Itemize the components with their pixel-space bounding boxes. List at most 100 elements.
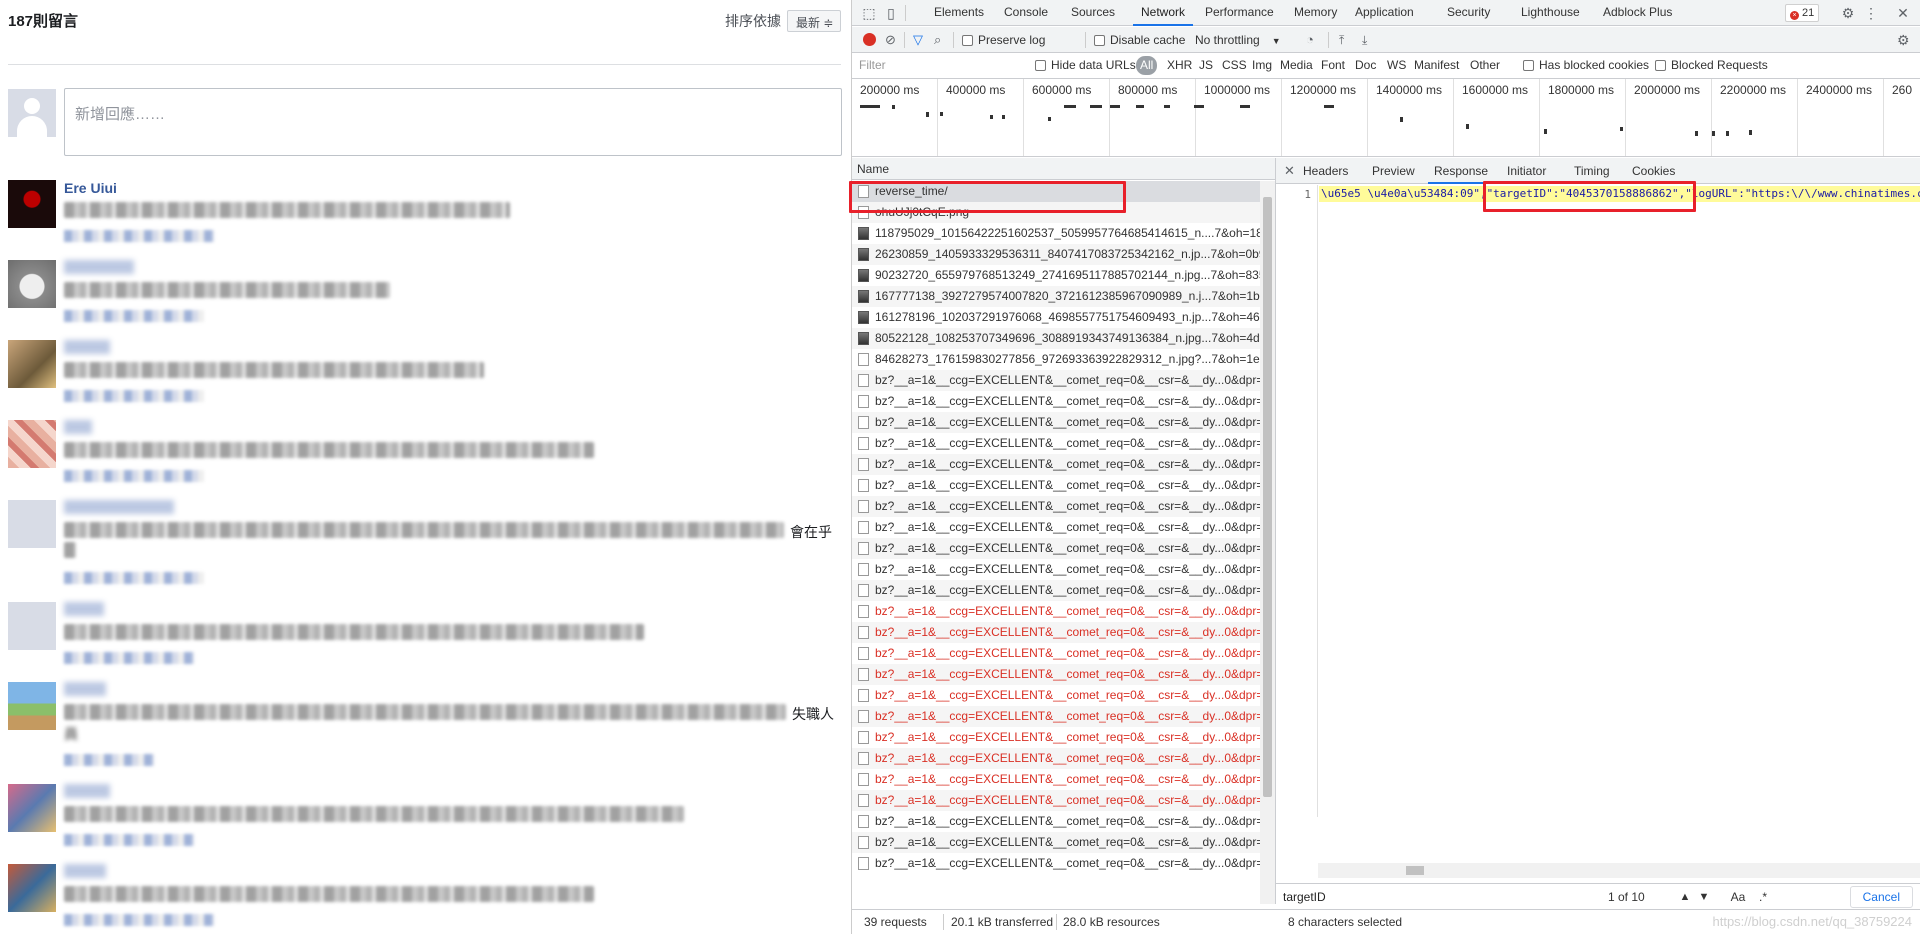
request-row[interactable]: bz?__a=1&__ccg=EXCELLENT&__comet_req=0&_… [852,811,1261,832]
filter-type-doc[interactable]: Doc [1352,56,1379,75]
blocked-requests-checkbox[interactable]: Blocked Requests [1652,56,1771,75]
comment-meta[interactable] [64,310,204,322]
filter-type-other[interactable]: Other [1467,56,1503,75]
request-row[interactable]: bz?__a=1&__ccg=EXCELLENT&__comet_req=0&_… [852,412,1261,433]
avatar[interactable] [8,682,56,730]
commenter-name[interactable] [64,784,110,798]
comment-meta[interactable] [64,834,194,846]
request-row[interactable]: bz?__a=1&__ccg=EXCELLENT&__comet_req=0&_… [852,370,1261,391]
request-row[interactable]: bz?__a=1&__ccg=EXCELLENT&__comet_req=0&_… [852,517,1261,538]
comment-meta[interactable] [64,914,214,926]
request-row[interactable]: ohuUJj0tCqE.png [852,202,1261,223]
filter-type-all[interactable]: All [1136,56,1158,75]
request-row[interactable]: bz?__a=1&__ccg=EXCELLENT&__comet_req=0&_… [852,853,1261,874]
comment-meta[interactable] [64,230,214,242]
request-row[interactable]: bz?__a=1&__ccg=EXCELLENT&__comet_req=0&_… [852,664,1261,685]
comment-meta[interactable] [64,572,204,584]
response-code-line[interactable]: \u65e5 \u4e0a\u53484:09","targetID":"404… [1319,186,1920,202]
avatar[interactable] [8,260,56,308]
commenter-name[interactable]: Ere Uiui [64,180,117,196]
gear-icon[interactable]: ⚙ [1839,4,1857,22]
request-row[interactable]: 161278196_102037291976068_46985577517546… [852,307,1261,328]
request-row[interactable]: 80522128_108253707349696_308891934374913… [852,328,1261,349]
tab-response[interactable]: Response [1428,158,1495,184]
request-row[interactable]: bz?__a=1&__ccg=EXCELLENT&__comet_req=0&_… [852,748,1261,769]
commenter-name[interactable] [64,682,106,696]
avatar[interactable] [8,500,56,548]
tab-elements[interactable]: Elements [932,0,986,26]
comment-meta[interactable] [64,652,194,664]
request-row[interactable]: bz?__a=1&__ccg=EXCELLENT&__comet_req=0&_… [852,391,1261,412]
request-row[interactable]: bz?__a=1&__ccg=EXCELLENT&__comet_req=0&_… [852,685,1261,706]
request-row[interactable]: 26230859_1405933329536311_84074170837253… [852,244,1261,265]
tab-initiator[interactable]: Initiator [1507,158,1546,184]
match-case-button[interactable]: Aa [1727,888,1749,906]
request-row[interactable]: bz?__a=1&__ccg=EXCELLENT&__comet_req=0&_… [852,580,1261,601]
commenter-name[interactable] [64,500,174,514]
network-settings-icon[interactable]: ⚙ [1897,27,1910,53]
filter-type-css[interactable]: CSS [1219,56,1250,75]
avatar[interactable] [8,602,56,650]
request-row[interactable]: bz?__a=1&__ccg=EXCELLENT&__comet_req=0&_… [852,475,1261,496]
tab-cookies[interactable]: Cookies [1632,158,1675,184]
cancel-button[interactable]: Cancel [1849,886,1913,908]
request-row[interactable]: bz?__a=1&__ccg=EXCELLENT&__comet_req=0&_… [852,601,1261,622]
scrollbar-thumb[interactable] [1263,197,1272,797]
request-row[interactable]: 167777138_3927279574007820_3721612385967… [852,286,1261,307]
has-blocked-cookies-checkbox[interactable]: Has blocked cookies [1520,56,1652,75]
avatar[interactable] [8,784,56,832]
preserve-log-checkbox[interactable]: Preserve log [962,27,1045,53]
request-row[interactable]: bz?__a=1&__ccg=EXCELLENT&__comet_req=0&_… [852,643,1261,664]
avatar[interactable] [8,340,56,388]
hide-data-urls-checkbox[interactable]: Hide data URLs [1032,56,1139,75]
filter-type-font[interactable]: Font [1318,56,1348,75]
request-row[interactable]: reverse_time/ [852,181,1261,202]
sort-select[interactable]: 最新 ≑ [787,10,841,32]
name-column-header[interactable]: Name [852,158,1275,180]
request-row[interactable]: bz?__a=1&__ccg=EXCELLENT&__comet_req=0&_… [852,433,1261,454]
request-row[interactable]: bz?__a=1&__ccg=EXCELLENT&__comet_req=0&_… [852,559,1261,580]
response-viewer[interactable]: 1 \u65e5 \u4e0a\u53484:09","targetID":"4… [1276,185,1920,817]
record-icon[interactable] [863,33,876,46]
response-hscrollbar[interactable] [1318,863,1920,878]
request-row[interactable]: bz?__a=1&__ccg=EXCELLENT&__comet_req=0&_… [852,496,1261,517]
request-row[interactable]: 84628273_176159830277856_972693363922829… [852,349,1261,370]
request-row[interactable]: 118795029_10156422251602537_505995776468… [852,223,1261,244]
tab-lighthouse[interactable]: Lighthouse [1519,0,1582,26]
tab-timing[interactable]: Timing [1574,158,1610,184]
filter-type-manifest[interactable]: Manifest [1411,56,1462,75]
close-detail-icon[interactable]: ✕ [1284,158,1295,184]
inspect-element-icon[interactable]: ⬚ [860,4,878,22]
request-row[interactable]: bz?__a=1&__ccg=EXCELLENT&__comet_req=0&_… [852,706,1261,727]
request-row[interactable]: bz?__a=1&__ccg=EXCELLENT&__comet_req=0&_… [852,622,1261,643]
wifi-icon[interactable]: ◔ [1306,27,1314,53]
comment-meta[interactable] [64,470,204,482]
filter-type-js[interactable]: JS [1196,56,1216,75]
disable-cache-checkbox[interactable]: Disable cache [1094,27,1185,53]
filter-input[interactable]: Filter [856,56,1024,75]
request-row[interactable]: bz?__a=1&__ccg=EXCELLENT&__comet_req=0&_… [852,538,1261,559]
tab-console[interactable]: Console [1002,0,1050,26]
tab-memory[interactable]: Memory [1292,0,1339,26]
request-row[interactable]: 90232720_655979768513249_274169511788570… [852,265,1261,286]
tab-network[interactable]: Network [1133,0,1194,26]
request-row[interactable]: bz?__a=1&__ccg=EXCELLENT&__comet_req=0&_… [852,790,1261,811]
commenter-name[interactable] [64,602,104,616]
tab-headers[interactable]: Headers [1303,158,1348,184]
regex-button[interactable]: .* [1754,888,1772,906]
filter-type-ws[interactable]: WS [1384,56,1409,75]
export-har-icon[interactable]: ⤓ [1362,27,1367,53]
tab-security[interactable]: Security [1445,0,1492,26]
tab-sources[interactable]: Sources [1069,0,1117,26]
request-row[interactable]: bz?__a=1&__ccg=EXCELLENT&__comet_req=0&_… [852,454,1261,475]
device-toolbar-icon[interactable]: ▯ [882,4,900,22]
request-row[interactable]: bz?__a=1&__ccg=EXCELLENT&__comet_req=0&_… [852,727,1261,748]
close-icon[interactable]: ✕ [1894,4,1912,22]
filter-type-img[interactable]: Img [1249,56,1275,75]
filter-type-xhr[interactable]: XHR [1164,56,1195,75]
error-counter[interactable]: × 21 [1785,4,1820,22]
tab-performance[interactable]: Performance [1203,0,1276,26]
commenter-name[interactable] [64,420,92,434]
comment-meta[interactable] [64,754,154,766]
search-next-icon[interactable]: ▼ [1696,888,1712,906]
